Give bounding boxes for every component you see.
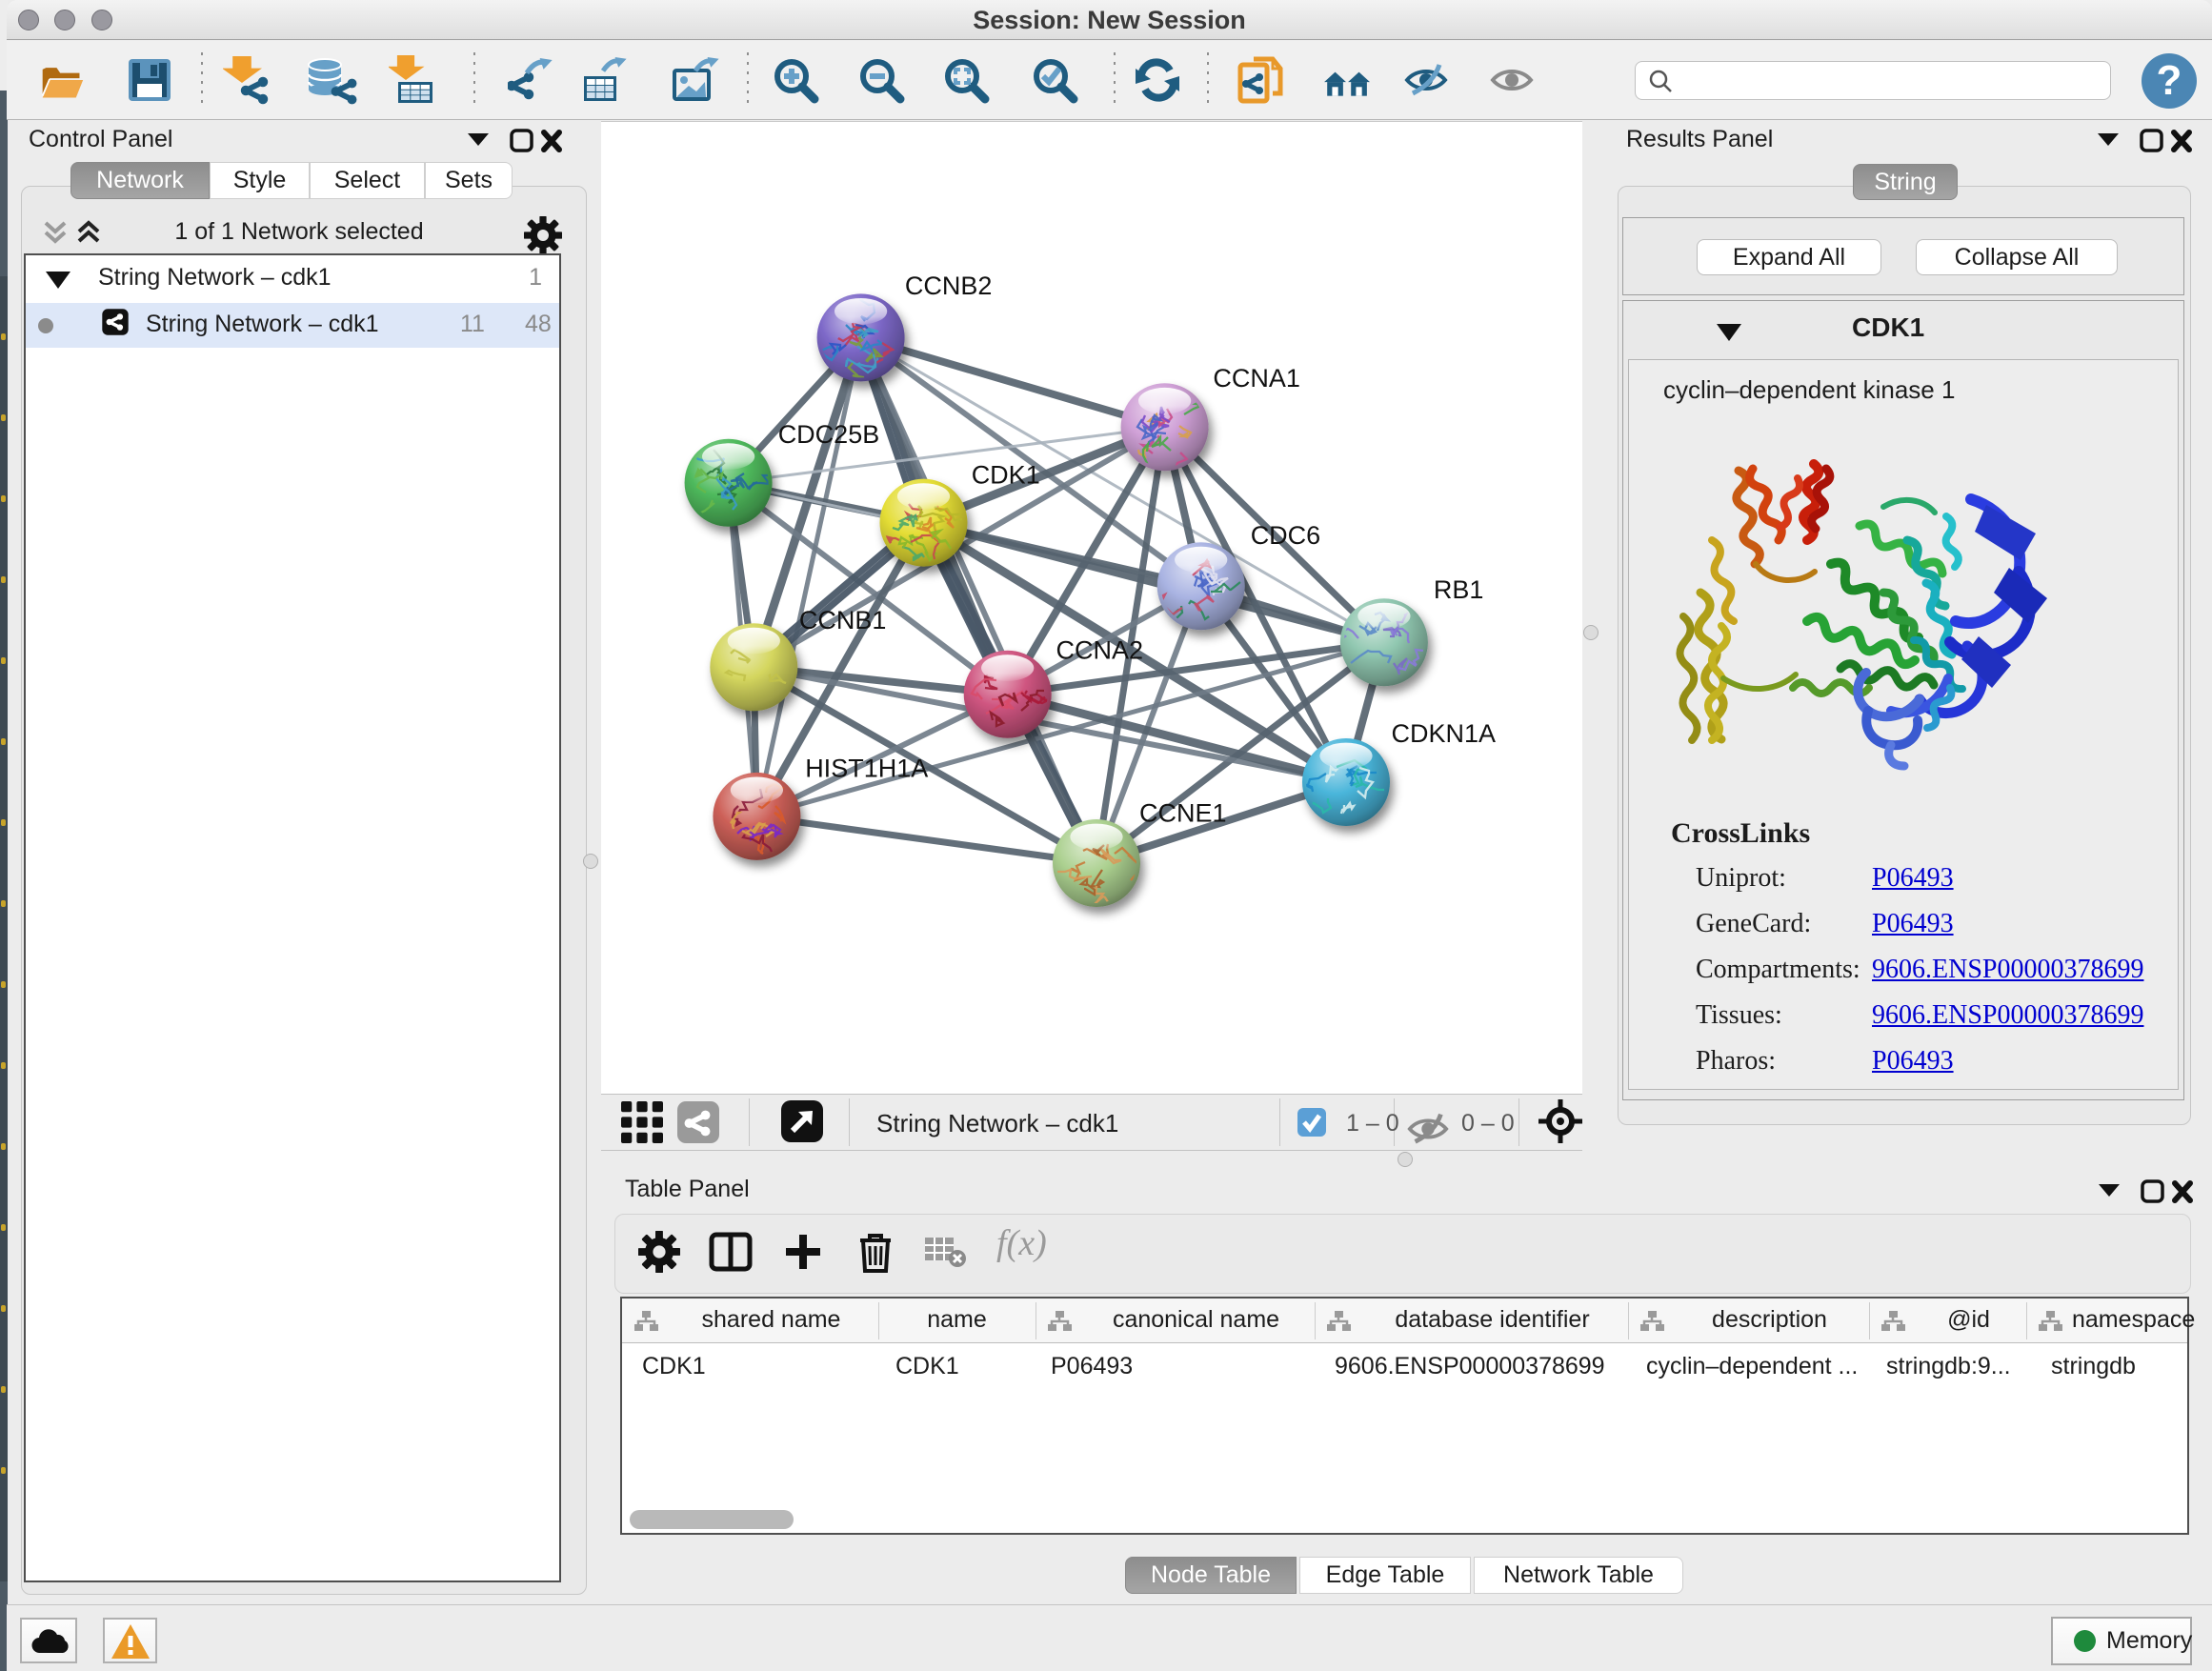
- svg-text:CDK1: CDK1: [972, 461, 1040, 490]
- svg-text:?: ?: [2157, 57, 2182, 104]
- svg-text:CDC25B: CDC25B: [778, 420, 880, 449]
- svg-text:CDC6: CDC6: [1251, 521, 1321, 550]
- svg-text:HIST1H1A: HIST1H1A: [805, 754, 928, 782]
- svg-text:CCNB2: CCNB2: [905, 272, 993, 300]
- svg-text:CCNA1: CCNA1: [1213, 364, 1300, 393]
- svg-text:RB1: RB1: [1434, 575, 1484, 604]
- svg-text:CCNB1: CCNB1: [799, 606, 887, 634]
- svg-text:CCNE1: CCNE1: [1139, 799, 1227, 828]
- svg-text:CDKN1A: CDKN1A: [1392, 719, 1497, 748]
- svg-text:CCNA2: CCNA2: [1056, 636, 1144, 665]
